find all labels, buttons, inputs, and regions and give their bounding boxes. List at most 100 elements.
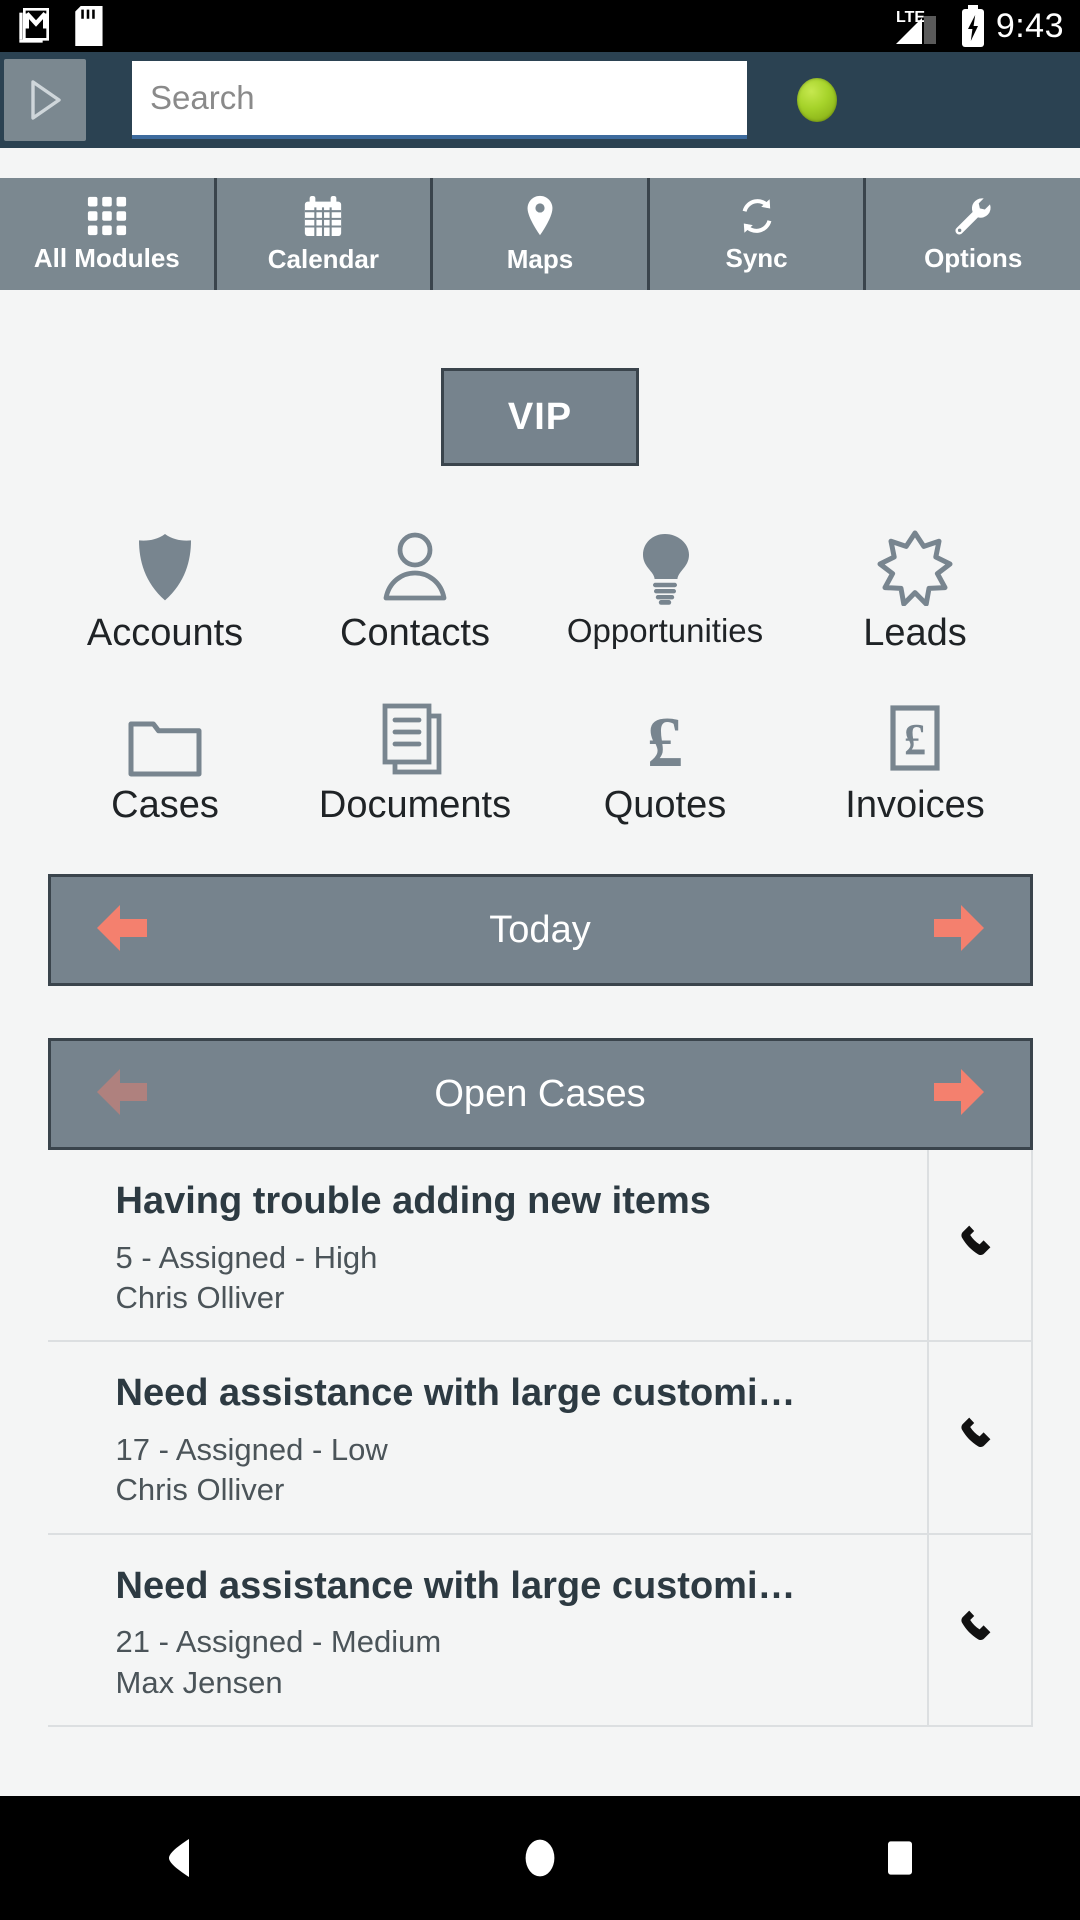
android-navigation-bar bbox=[0, 1796, 1080, 1920]
module-quotes[interactable]: £ Quotes bbox=[540, 680, 790, 824]
case-title: Need assistance with large customiza… bbox=[115, 1564, 806, 1607]
status-bar-right-icons: LTE 9:43 bbox=[895, 5, 1064, 47]
open-cases-bar: Open Cases bbox=[47, 1038, 1033, 1150]
status-bar-left-icons bbox=[16, 6, 104, 46]
today-bar-title: Today bbox=[489, 908, 591, 951]
case-contact: Max Jensen bbox=[115, 1664, 283, 1700]
case-call-button[interactable] bbox=[929, 1534, 1033, 1725]
svg-text:£: £ bbox=[647, 702, 683, 778]
tab-sync[interactable]: Sync bbox=[649, 178, 864, 290]
module-row: Accounts Contacts Opportunities Leads bbox=[40, 508, 1040, 652]
case-meta: 21 - Assigned - Medium bbox=[115, 1624, 442, 1660]
tab-label: Maps bbox=[506, 243, 574, 274]
case-contact: Chris Olliver bbox=[115, 1472, 285, 1508]
module-label: Quotes bbox=[603, 784, 727, 826]
module-opportunities[interactable]: Opportunities bbox=[540, 508, 790, 652]
open-cases-list: Having trouble adding new items 5 - Assi… bbox=[47, 1150, 1033, 1727]
lightbulb-icon bbox=[632, 526, 698, 606]
module-nav-tabs: All Modules Calendar Maps Sync Options bbox=[0, 178, 1080, 290]
case-title: Need assistance with large customiza… bbox=[115, 1372, 806, 1415]
wrench-icon bbox=[955, 197, 991, 235]
back-triangle-icon bbox=[169, 1839, 189, 1877]
module-label: Contacts bbox=[340, 612, 490, 654]
search-field-wrapper bbox=[132, 61, 747, 139]
case-meta: 5 - Assigned - High bbox=[115, 1239, 378, 1275]
case-contact: Chris Olliver bbox=[115, 1279, 285, 1315]
status-bar-clock: 9:43 bbox=[995, 6, 1064, 45]
main-content: VIP Accounts Contacts Opportunities Lead… bbox=[0, 290, 1080, 1796]
person-icon bbox=[379, 526, 451, 606]
android-back-button[interactable] bbox=[100, 1796, 260, 1920]
tab-all-modules[interactable]: All Modules bbox=[0, 178, 214, 290]
battery-charging-icon bbox=[961, 5, 984, 47]
status-bar: LTE 9:43 bbox=[0, 0, 1080, 52]
documents-icon bbox=[379, 698, 451, 778]
case-details[interactable]: Having trouble adding new items 5 - Assi… bbox=[48, 1150, 929, 1341]
case-details[interactable]: Need assistance with large customiza… 17… bbox=[48, 1342, 929, 1533]
vip-button[interactable]: VIP bbox=[441, 368, 639, 466]
tab-label: Sync bbox=[725, 242, 788, 273]
folder-icon bbox=[127, 698, 203, 778]
phone-icon bbox=[960, 1610, 990, 1640]
module-contacts[interactable]: Contacts bbox=[290, 508, 540, 652]
phone-screen: LTE 9:43 Search All Modules Calendar Map… bbox=[0, 0, 1080, 1920]
home-circle-icon bbox=[525, 1839, 555, 1877]
module-accounts[interactable]: Accounts bbox=[40, 508, 290, 652]
green-status-dot-icon[interactable] bbox=[797, 78, 837, 122]
pound-sign-icon: £ bbox=[635, 698, 695, 778]
menu-play-button[interactable] bbox=[4, 59, 86, 141]
case-title: Having trouble adding new items bbox=[115, 1180, 711, 1222]
module-cases[interactable]: Cases bbox=[40, 680, 290, 824]
map-pin-icon bbox=[527, 195, 553, 235]
module-label: Accounts bbox=[86, 612, 244, 654]
module-grid: Accounts Contacts Opportunities Leads Ca… bbox=[0, 508, 1080, 824]
tab-maps[interactable]: Maps bbox=[433, 178, 647, 290]
app-header bbox=[0, 52, 1080, 148]
vip-button-label: VIP bbox=[507, 395, 573, 438]
module-label: Leads bbox=[863, 612, 967, 654]
open-cases-prev-arrow-icon[interactable] bbox=[93, 1063, 151, 1126]
today-prev-arrow-icon[interactable] bbox=[93, 899, 151, 962]
module-documents[interactable]: Documents bbox=[290, 680, 540, 824]
play-triangle-icon bbox=[31, 80, 61, 120]
gmail-icon bbox=[19, 8, 49, 43]
shield-icon bbox=[129, 526, 201, 606]
open-cases-next-arrow-icon[interactable] bbox=[930, 1063, 988, 1126]
open-cases-bar-title: Open Cases bbox=[434, 1072, 646, 1115]
module-invoices[interactable]: £ Invoices bbox=[790, 680, 1040, 824]
module-row: Cases Documents £ Quotes £ Invoices bbox=[40, 680, 1040, 824]
phone-icon bbox=[960, 1418, 990, 1448]
table-row[interactable]: Having trouble adding new items 5 - Assi… bbox=[47, 1150, 1033, 1343]
phone-icon bbox=[960, 1225, 990, 1256]
android-recents-button[interactable] bbox=[820, 1796, 980, 1920]
module-label: Opportunities bbox=[566, 612, 764, 649]
table-row[interactable]: Need assistance with large customiza… 17… bbox=[47, 1342, 1033, 1535]
star-burst-icon bbox=[877, 526, 953, 606]
table-row[interactable]: Need assistance with large customiza… 21… bbox=[47, 1534, 1033, 1727]
recents-square-icon bbox=[888, 1841, 912, 1875]
module-label: Documents bbox=[318, 784, 512, 826]
case-call-button[interactable] bbox=[929, 1150, 1033, 1341]
search-input[interactable] bbox=[132, 61, 747, 139]
case-call-button[interactable] bbox=[929, 1342, 1033, 1533]
android-home-button[interactable] bbox=[460, 1796, 620, 1920]
sd-card-icon bbox=[75, 6, 103, 46]
tab-options[interactable]: Options bbox=[866, 178, 1080, 290]
calendar-icon bbox=[305, 195, 342, 236]
case-meta: 17 - Assigned - Low bbox=[115, 1431, 388, 1467]
case-details[interactable]: Need assistance with large customiza… 21… bbox=[48, 1534, 929, 1725]
pound-invoice-icon: £ bbox=[883, 698, 947, 778]
sync-refresh-icon bbox=[742, 198, 771, 233]
tab-calendar[interactable]: Calendar bbox=[216, 178, 431, 290]
module-label: Cases bbox=[111, 784, 219, 826]
svg-text:£: £ bbox=[904, 715, 926, 764]
tab-label: Calendar bbox=[267, 243, 380, 274]
tab-label: Options bbox=[924, 242, 1023, 273]
grid-icon bbox=[87, 196, 126, 235]
today-bar: Today bbox=[47, 874, 1033, 986]
tab-label: All Modules bbox=[33, 242, 180, 273]
today-next-arrow-icon[interactable] bbox=[930, 899, 988, 962]
module-leads[interactable]: Leads bbox=[790, 508, 1040, 652]
module-label: Invoices bbox=[845, 784, 985, 826]
lte-signal-icon: LTE bbox=[895, 9, 936, 44]
